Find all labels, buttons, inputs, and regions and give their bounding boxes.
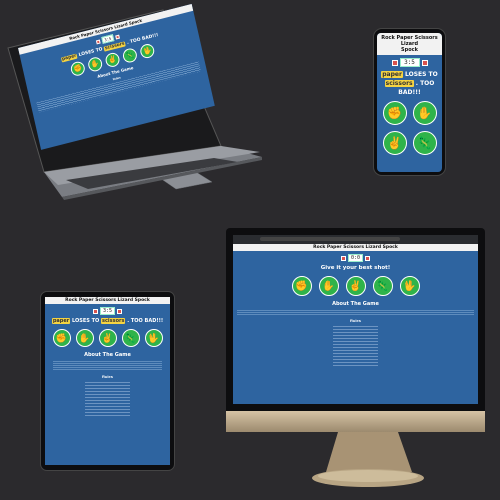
address-bar[interactable]	[260, 237, 400, 241]
spock-button[interactable]: 🖖	[399, 276, 420, 296]
about-text	[237, 310, 474, 315]
rock-button[interactable]: ✊	[291, 276, 312, 296]
rules-list	[333, 326, 378, 366]
rules-heading: Rules	[350, 318, 361, 323]
scoreboard: 0:0	[233, 254, 478, 262]
rock-icon: ✊	[295, 280, 308, 292]
computer-score-marker	[365, 255, 370, 261]
choice-buttons: ✊ ✋ ✌ 🦎 🖖	[233, 276, 478, 296]
player-score-marker	[341, 255, 346, 261]
paper-icon: ✋	[322, 280, 335, 292]
about-heading: About The Game	[332, 301, 379, 307]
prompt-message: Give it your best shot!	[320, 265, 391, 271]
scissors-icon: ✌	[349, 280, 362, 292]
page-title: Rock Paper Scissors Lizard Spock	[233, 244, 478, 251]
desktop-screen: Rock Paper Scissors Lizard Spock 0:0 Giv…	[233, 244, 478, 404]
score-display: 0:0	[348, 254, 363, 262]
lizard-button[interactable]: 🦎	[372, 276, 393, 296]
paper-button[interactable]: ✋	[318, 276, 339, 296]
lizard-icon: 🦎	[376, 280, 389, 292]
spock-icon: 🖖	[403, 280, 416, 292]
scissors-button[interactable]: ✌	[345, 276, 366, 296]
